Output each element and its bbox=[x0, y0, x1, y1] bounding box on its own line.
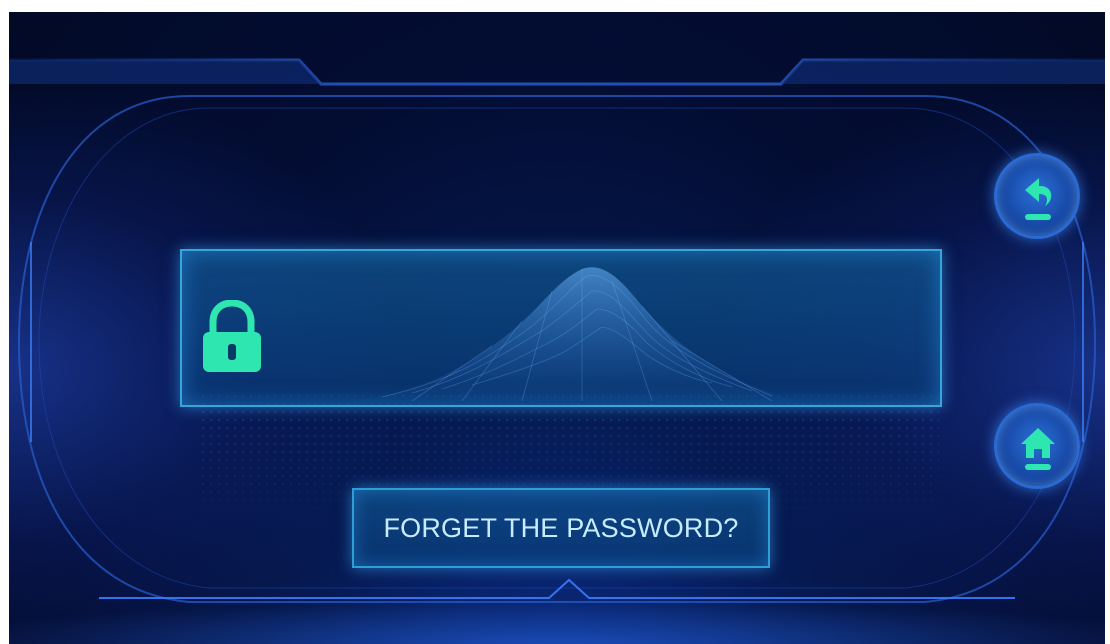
home-button[interactable] bbox=[994, 403, 1080, 489]
forget-password-label: FORGET THE PASSWORD? bbox=[383, 512, 739, 543]
screen: FORGET THE PASSWORD? bbox=[9, 12, 1105, 644]
back-arrow-icon bbox=[1025, 178, 1052, 220]
lock-icon bbox=[203, 300, 261, 372]
password-input[interactable] bbox=[292, 301, 916, 357]
password-panel[interactable] bbox=[180, 249, 942, 407]
back-button[interactable] bbox=[994, 153, 1080, 239]
home-icon bbox=[1021, 428, 1055, 470]
forget-password-button[interactable]: FORGET THE PASSWORD? bbox=[352, 488, 770, 568]
